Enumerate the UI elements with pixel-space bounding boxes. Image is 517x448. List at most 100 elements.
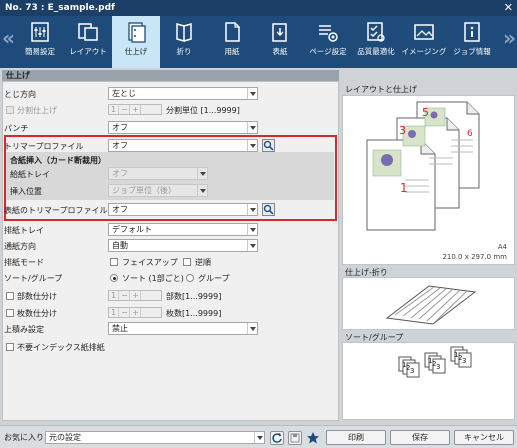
sort-preview-panel: 1 2 3 1 2 3 1 2 3	[342, 342, 515, 420]
disk-icon	[290, 433, 300, 443]
cover-icon	[272, 23, 287, 42]
cover-trimmer-value: オフ	[112, 205, 128, 214]
split-checkbox[interactable]	[6, 106, 14, 114]
cover-trimmer-label: 表紙のトリマープロファイル	[4, 206, 108, 215]
sort-digit: 3	[436, 363, 440, 371]
paper-size: A4	[498, 243, 508, 251]
trimmer-select[interactable]: オフ	[108, 139, 258, 152]
binding-select[interactable]: 左とじ	[108, 87, 258, 100]
no-index-checkbox[interactable]	[6, 343, 14, 351]
favorite-star-button[interactable]	[306, 431, 320, 445]
split-spinner[interactable]: 1 − +	[108, 104, 162, 115]
chevron-down-icon	[247, 204, 257, 215]
split-value: 1	[109, 105, 119, 114]
refresh-icon	[272, 433, 282, 443]
punch-value: オフ	[112, 123, 128, 132]
sheets-split-range: 枚数[1...9999]	[166, 309, 222, 318]
sheets-split-spinner[interactable]: 1 − +	[108, 307, 162, 318]
output-tray-row: 排紙トレイ デフォルト	[0, 222, 335, 238]
insert-tray-select[interactable]: オフ	[108, 167, 208, 180]
punch-select[interactable]: オフ	[108, 121, 258, 134]
sort-group-row: ソート/グループ ソート (1部ごと) グループ	[0, 270, 335, 286]
tab-finishing[interactable]: 仕上げ	[112, 16, 160, 68]
output-mode-label: 排紙モード	[4, 258, 44, 267]
save-button[interactable]: 保存	[390, 430, 450, 445]
cover-trimmer-select[interactable]: オフ	[108, 203, 258, 216]
scroll-left-icon[interactable]: «	[2, 26, 15, 50]
chevron-down-icon	[247, 224, 257, 235]
stack-label: 上積み設定	[4, 325, 44, 334]
copies-split-checkbox[interactable]	[6, 292, 14, 300]
copies-split-spinner[interactable]: 1 − +	[108, 290, 162, 301]
job-info-icon	[464, 22, 480, 42]
sheets-split-checkbox[interactable]	[6, 309, 14, 317]
no-index-row: 不要インデックス紙排紙	[0, 339, 335, 355]
page-number: 1	[400, 181, 408, 195]
bottom-bar: お気に入り 元の設定 印刷 保存 キャンセル	[0, 425, 517, 448]
chevron-down-icon	[247, 122, 257, 133]
tab-label: 用紙	[224, 47, 240, 56]
fold-preview-panel	[342, 277, 515, 330]
document-stack-illustration: 1 3 5 6 A4 210.0 x 297.0 mm	[366, 101, 508, 261]
stack-value: 禁止	[112, 324, 128, 333]
close-icon[interactable]: ✕	[504, 0, 513, 16]
cancel-button[interactable]: キャンセル	[454, 430, 514, 445]
tab-paper[interactable]: 用紙	[208, 16, 256, 68]
feed-direction-select[interactable]: 自動	[108, 239, 258, 252]
cover-trimmer-search-button[interactable]	[262, 203, 275, 216]
tab-layout[interactable]: レイアウト	[64, 16, 112, 68]
print-button[interactable]: 印刷	[326, 430, 386, 445]
favorite-select[interactable]: 元の設定	[45, 431, 265, 444]
no-index-label: 不要インデックス紙排紙	[17, 343, 105, 352]
plus-icon[interactable]: +	[131, 105, 141, 114]
binding-row: とじ方向 左とじ	[0, 86, 335, 102]
scroll-right-icon[interactable]: »	[503, 26, 516, 50]
plus-icon[interactable]: +	[131, 308, 141, 317]
tab-label: 折り	[176, 47, 192, 56]
minus-icon[interactable]: −	[120, 105, 130, 114]
plus-icon[interactable]: +	[131, 291, 141, 300]
tab-label: 簡易設定	[25, 47, 55, 56]
section-title: 仕上げ	[2, 70, 339, 81]
minus-icon[interactable]: −	[120, 308, 130, 317]
imaging-icon	[414, 24, 434, 40]
binding-label: とじ方向	[4, 90, 36, 99]
sort-group-label: ソート/グループ	[4, 274, 63, 283]
output-mode-row: 排紙モード フェイスアップ 逆順	[0, 254, 335, 270]
output-tray-label: 排紙トレイ	[4, 226, 44, 235]
minus-icon[interactable]: −	[120, 291, 130, 300]
quality-icon	[367, 22, 385, 42]
insert-position-value: ジョブ単位（後）	[112, 186, 176, 195]
layout-preview-panel: 1 3 5 6 A4 210.0 x 297.0 mm	[342, 95, 515, 265]
reverse-checkbox[interactable]	[183, 258, 191, 266]
tab-simple-settings[interactable]: 簡易設定	[16, 16, 64, 68]
group-label: グループ	[198, 274, 230, 283]
sort-radio[interactable]	[110, 274, 118, 282]
feed-direction-row: 通紙方向 自動	[0, 238, 335, 254]
tab-page-settings[interactable]: ページ設定	[304, 16, 352, 68]
stack-select[interactable]: 禁止	[108, 322, 258, 335]
refresh-button[interactable]	[270, 431, 284, 445]
punch-label: パンチ	[4, 124, 29, 133]
face-up-checkbox[interactable]	[110, 258, 118, 266]
trimmer-search-button[interactable]	[262, 139, 275, 152]
output-tray-select[interactable]: デフォルト	[108, 223, 258, 236]
tab-label: ページ設定	[309, 47, 347, 56]
group-radio[interactable]	[186, 274, 194, 282]
tab-fold[interactable]: 折り	[160, 16, 208, 68]
tab-cover[interactable]: 表紙	[256, 16, 304, 68]
insert-position-select[interactable]: ジョブ単位（後）	[108, 184, 208, 197]
feed-direction-label: 通紙方向	[4, 242, 36, 251]
tab-quality[interactable]: 品質最適化	[352, 16, 400, 68]
window-title: No. 73 : E_sample.pdf	[5, 3, 115, 13]
split-row: 分割仕上げ 1 − + 分割単位 [1...9999]	[0, 102, 335, 118]
favorite-label: お気に入り	[4, 433, 44, 442]
tab-label: 品質最適化	[357, 47, 395, 56]
search-icon	[263, 140, 274, 151]
sheets-split-row: 枚数仕分け 1 − + 枚数[1...9999]	[0, 305, 335, 321]
save-favorite-button[interactable]	[288, 431, 302, 445]
page-number: 3	[399, 124, 406, 137]
tab-job-info[interactable]: ジョブ情報	[448, 16, 496, 68]
tab-imaging[interactable]: イメージング	[400, 16, 448, 68]
chevron-down-icon	[197, 168, 207, 179]
